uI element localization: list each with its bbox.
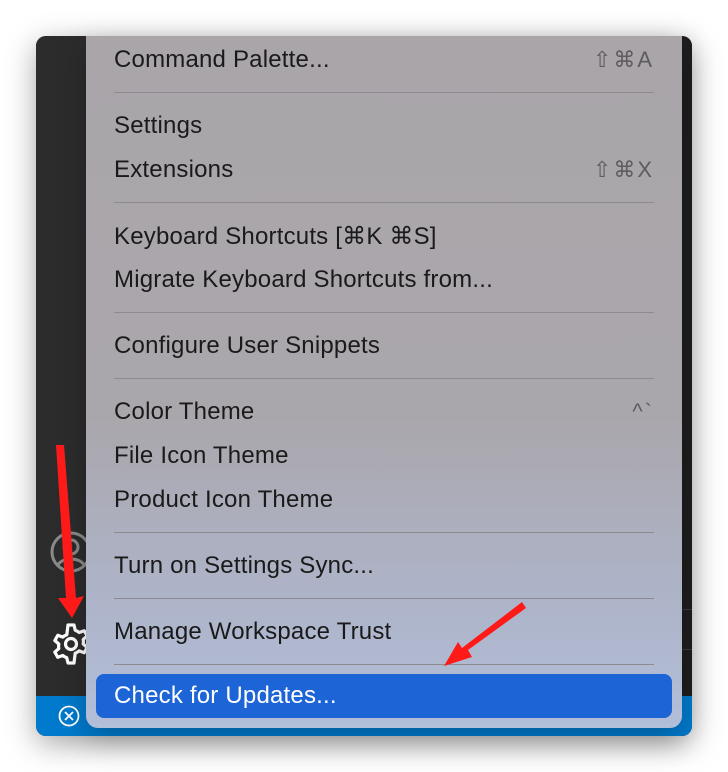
menu-item-label: Command Palette...	[114, 46, 330, 73]
menu-item[interactable]: Extensions ⇧⌘X	[114, 148, 654, 192]
menu-separator	[114, 532, 654, 533]
menu-separator	[114, 202, 654, 203]
activity-bar	[36, 36, 92, 696]
manage-context-menu: Check for Updates... Command Palette... ⇧…	[86, 36, 682, 728]
menu-item[interactable]: Product Icon Theme	[114, 478, 654, 522]
menu-item[interactable]: Manage Workspace Trust	[114, 610, 654, 654]
menu-item[interactable]: Command Palette... ⇧⌘A	[114, 38, 654, 82]
menu-item[interactable]: Color Theme ^`	[114, 390, 654, 434]
menu-item-check-for-updates[interactable]: Check for Updates...	[114, 674, 337, 718]
menu-item-label: Settings	[114, 112, 203, 139]
menu-separator	[114, 312, 654, 313]
menu-separator	[114, 92, 654, 93]
menu-separator	[114, 598, 654, 599]
remote-icon[interactable]	[58, 705, 80, 727]
menu-item[interactable]: Configure User Snippets	[114, 324, 654, 368]
menu-item-label: Product Icon Theme	[114, 486, 334, 513]
menu-item-shortcut: ⇧⌘A	[592, 47, 654, 72]
menu-item-shortcut: ^`	[632, 399, 654, 424]
menu-item[interactable]: Settings	[114, 104, 654, 148]
menu-item-shortcut: ⇧⌘X	[592, 157, 654, 182]
menu-item-label: Check for Updates...	[114, 682, 337, 709]
menu-item-label: Configure User Snippets	[114, 332, 381, 359]
menu-item-label: File Icon Theme	[114, 442, 289, 469]
menu-item[interactable]: Turn on Settings Sync...	[114, 544, 654, 588]
menu-item[interactable]: File Icon Theme	[114, 434, 654, 478]
menu-item-label: Migrate Keyboard Shortcuts from...	[114, 266, 493, 293]
menu-separator	[114, 378, 654, 379]
menu-separator	[114, 664, 654, 665]
menu-item-label: Color Theme	[114, 398, 255, 425]
menu-item-label: Turn on Settings Sync...	[114, 552, 375, 579]
menu-item[interactable]: Keyboard Shortcuts [⌘K ⌘S]	[114, 214, 654, 258]
menu-item-label: Extensions	[114, 156, 234, 183]
menu-item-label: Keyboard Shortcuts [⌘K ⌘S]	[114, 222, 437, 250]
menu-item-label: Manage Workspace Trust	[114, 618, 392, 645]
menu-item[interactable]: Migrate Keyboard Shortcuts from...	[114, 258, 654, 302]
